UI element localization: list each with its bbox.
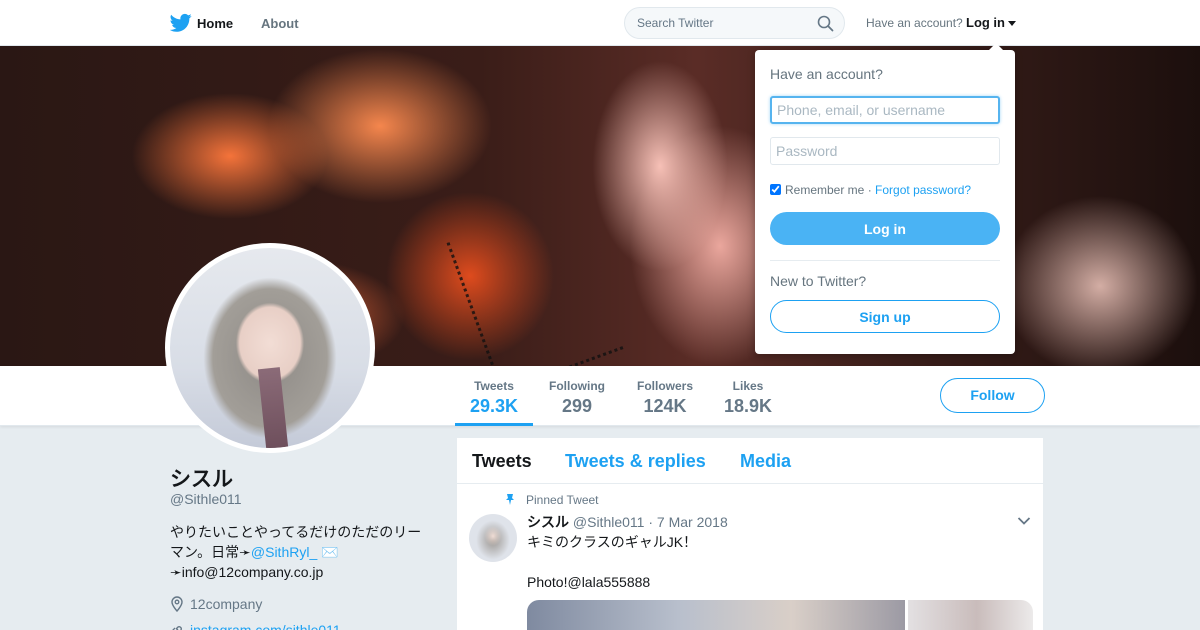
search-box[interactable]: Search Twitter (624, 7, 845, 39)
tweet-header: シスル @Sithle011 · 7 Mar 2018 (527, 512, 728, 532)
tweet-text: キミのクラスのギャルJK！ Photo!@lala555888 (527, 534, 698, 590)
stat-following-value: 299 (561, 396, 593, 416)
top-navigation-bar: Home About Search Twitter Have an accoun… (0, 0, 1200, 46)
twitter-bird-icon[interactable] (170, 13, 192, 33)
stat-tweets[interactable]: Tweets 29.3K (470, 379, 518, 417)
bio-envelope: ✉️ (317, 544, 339, 560)
pinned-tweet-label: Pinned Tweet (526, 493, 599, 507)
website-link[interactable]: instagram.com/sithle011 (190, 622, 341, 630)
banner-chain-decoration (446, 198, 624, 366)
profile-avatar[interactable] (165, 243, 375, 453)
timeline: Tweets Tweets & replies Media Pinned Twe… (456, 437, 1044, 630)
tweet-date[interactable]: 7 Mar 2018 (657, 514, 728, 530)
stat-followers[interactable]: Followers 124K (635, 379, 695, 417)
timeline-tabs: Tweets Tweets & replies Media (457, 438, 1043, 484)
login-menu-label: Log in (966, 15, 1005, 30)
follow-button[interactable]: Follow (940, 378, 1045, 413)
tweet-avatar[interactable] (469, 514, 517, 562)
avatar-tie-detail (257, 367, 289, 448)
bio-line-3: ➛info@12company.co.jp (170, 564, 324, 580)
stat-likes-label: Likes (732, 379, 764, 393)
stat-tweets-value: 29.3K (470, 396, 519, 416)
new-to-twitter-text: New to Twitter? (770, 273, 867, 289)
have-account-text: Have an account? (866, 16, 963, 30)
stat-tweets-label: Tweets (474, 379, 514, 393)
tweet-separator: · (648, 514, 654, 530)
stat-likes[interactable]: Likes 18.9K (722, 379, 774, 417)
search-input[interactable]: Search Twitter (637, 16, 713, 30)
stat-followers-value: 124K (643, 396, 687, 416)
remember-me-checkbox[interactable] (770, 184, 781, 195)
profile-handle[interactable]: @Sithle011 (170, 491, 242, 507)
login-button[interactable]: Log in (770, 212, 1000, 245)
pin-icon (506, 494, 514, 505)
remember-me-row: Remember me · Forgot password? (770, 183, 971, 197)
profile-website[interactable]: instagram.com/sithle011 (170, 622, 341, 630)
tweet-media[interactable] (527, 600, 1033, 630)
active-tab-indicator (455, 423, 533, 426)
tab-tweets[interactable]: Tweets (472, 451, 532, 472)
login-menu-button[interactable]: Log in (966, 15, 1016, 30)
bio-line-1: やりたいことやってるだけのただのリー (170, 524, 422, 540)
profile-name[interactable]: シスル (170, 463, 233, 493)
tweet-author-handle[interactable]: @Sithle011 (573, 514, 645, 530)
tab-media[interactable]: Media (740, 451, 791, 472)
stat-followers-label: Followers (636, 379, 693, 393)
remember-me-label[interactable]: Remember me (785, 183, 864, 197)
location-pin-icon (171, 596, 183, 612)
login-dropdown-title: Have an account? (770, 66, 883, 82)
tweet-photo-2[interactable] (908, 600, 1033, 630)
stat-likes-value: 18.9K (723, 396, 773, 416)
caret-down-icon (1008, 21, 1016, 27)
tweet-author-name[interactable]: シスル (527, 514, 569, 530)
bio-line-2-prefix: マン。日常➛ (170, 544, 251, 560)
stat-following-label: Following (549, 379, 605, 393)
username-field[interactable] (770, 96, 1000, 124)
link-icon (172, 626, 182, 630)
bio-mention-link[interactable]: @SithRyl_ (251, 544, 317, 560)
nav-about-link[interactable]: About (261, 16, 299, 31)
password-field[interactable] (770, 137, 1000, 165)
profile-location: 12company (170, 596, 262, 612)
search-icon[interactable] (817, 15, 834, 32)
forgot-password-link[interactable]: Forgot password? (875, 183, 971, 197)
nav-home-link[interactable]: Home (197, 16, 233, 31)
login-dropdown: Have an account? Remember me · Forgot pa… (755, 43, 1015, 354)
dropdown-divider (770, 260, 1000, 261)
tab-tweets-and-replies[interactable]: Tweets & replies (565, 451, 706, 472)
location-text: 12company (190, 596, 263, 612)
remember-separator: · (867, 183, 872, 197)
dropdown-arrow (988, 43, 1004, 51)
signup-button[interactable]: Sign up (770, 300, 1000, 333)
stat-following[interactable]: Following 299 (546, 379, 608, 417)
chevron-down-icon[interactable] (1017, 516, 1031, 526)
profile-bio: やりたいことやってるだけのただのリー マン。日常➛@SithRyl_ ✉️ ➛i… (170, 522, 435, 582)
tweet-photo-1[interactable] (527, 600, 905, 630)
